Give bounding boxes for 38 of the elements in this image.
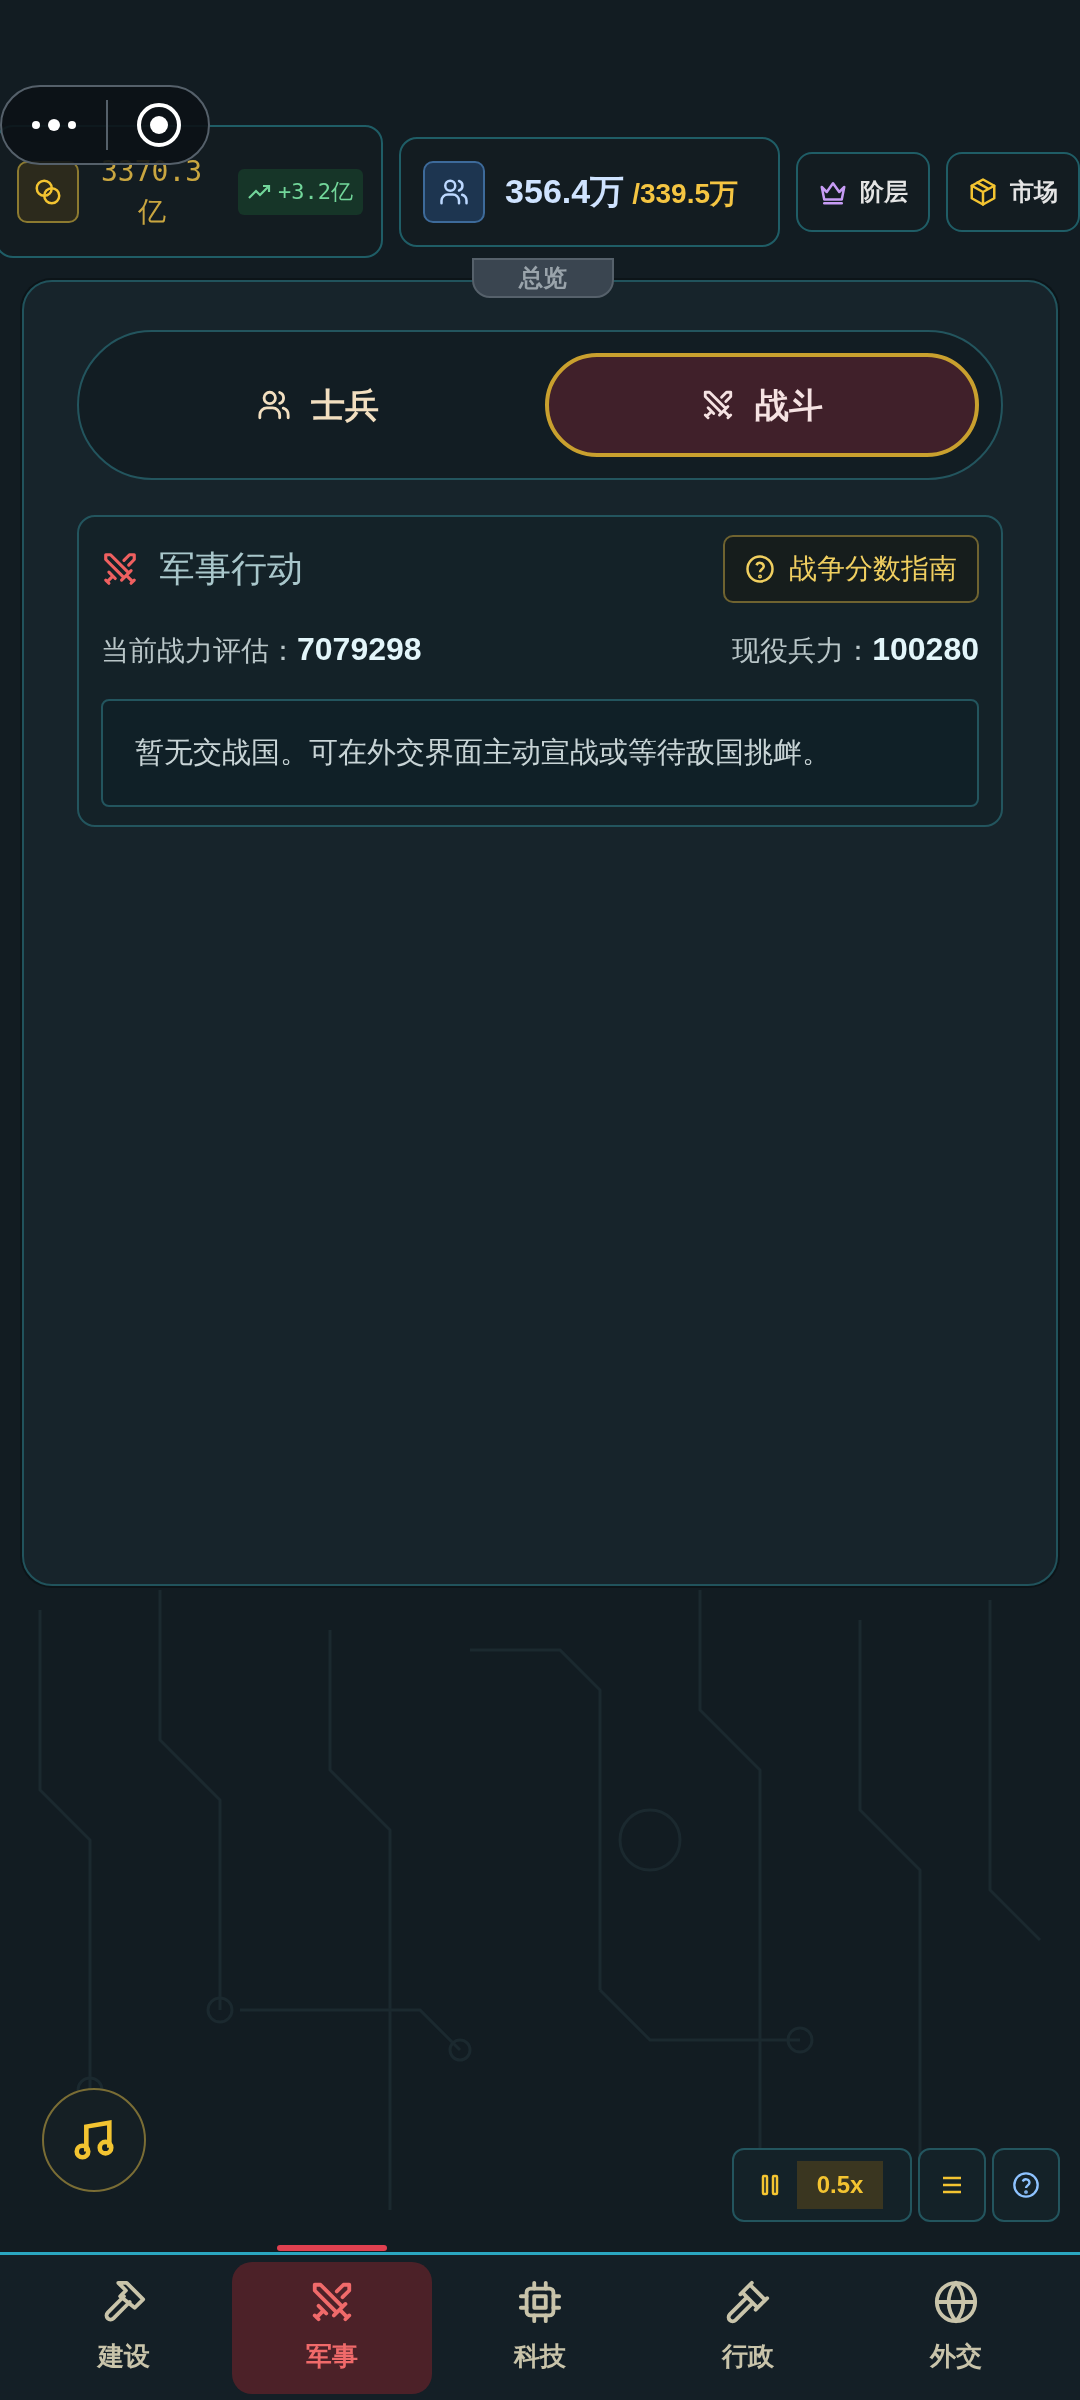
pause-icon[interactable] <box>760 2173 779 2197</box>
people-icon <box>257 388 291 422</box>
stat-label: 现役兵力： <box>732 634 873 668</box>
close-target-icon[interactable] <box>136 102 182 148</box>
nav-tab[interactable]: 行政 <box>648 2261 848 2394</box>
nav-tab[interactable]: 军事 <box>232 2261 432 2394</box>
music-note-icon <box>71 2117 117 2163</box>
stat-value: 7079298 <box>297 630 422 669</box>
box-icon <box>968 176 998 207</box>
globe-icon <box>933 2279 979 2325</box>
menu-button[interactable] <box>918 2148 986 2222</box>
section-title: 军事行动 <box>159 547 303 591</box>
notice-text: 暂无交战国。可在外交界面主动宣战或等待敌国挑衅。 <box>101 699 979 807</box>
nav-tab[interactable]: 建设 <box>24 2261 224 2394</box>
nav-tab[interactable]: 外交 <box>856 2261 1056 2394</box>
tab[interactable]: 战斗 <box>545 353 979 457</box>
nav-button[interactable]: 市场 <box>946 151 1080 232</box>
coins-icon <box>17 160 79 223</box>
chip-icon <box>517 2279 563 2325</box>
population-capacity: /339.5万 <box>632 177 738 211</box>
treasury-unit: 亿 <box>137 193 166 230</box>
crossed-swords-icon <box>101 550 139 588</box>
overview-tab[interactable]: 总览 <box>472 258 614 298</box>
stat-label: 当前战力评估： <box>101 634 297 668</box>
more-icon[interactable] <box>30 118 78 132</box>
guide-button[interactable]: 战争分数指南 <box>723 535 979 603</box>
gavel-icon <box>725 2279 771 2325</box>
nav-tab[interactable]: 科技 <box>440 2261 640 2394</box>
income-badge: +3.2亿 <box>238 168 364 215</box>
nav-button[interactable]: 阶层 <box>796 151 930 232</box>
crossed-swords-icon <box>701 388 735 422</box>
stat-value: 100280 <box>872 630 979 669</box>
tab[interactable]: 士兵 <box>101 353 535 457</box>
help-icon <box>745 554 775 584</box>
population-value: 356.4万 <box>505 171 625 212</box>
help-button[interactable] <box>992 2148 1060 2222</box>
speed-value[interactable]: 0.5x <box>796 2161 884 2209</box>
help-icon <box>1012 2171 1040 2199</box>
